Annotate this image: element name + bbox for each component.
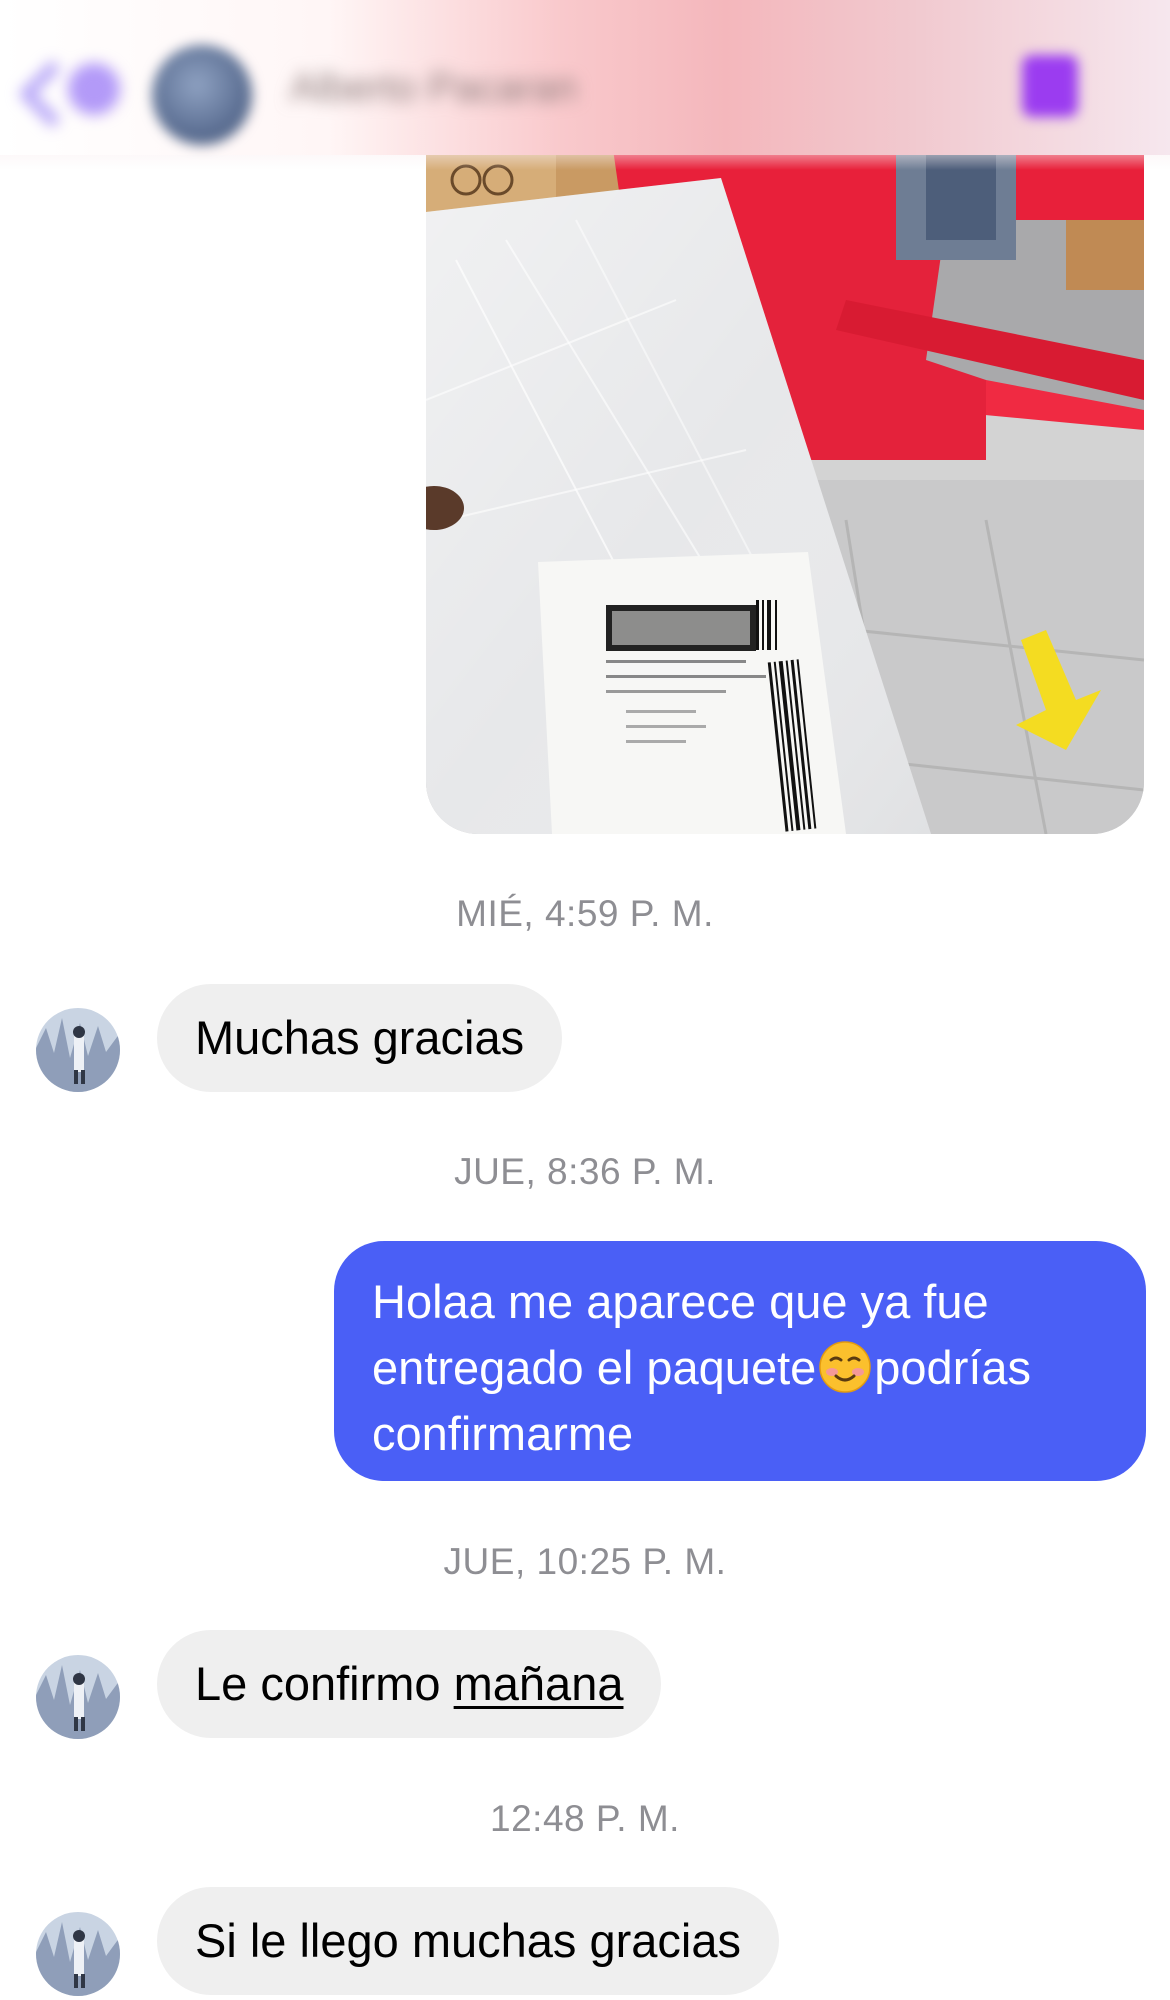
avatar-image bbox=[36, 1008, 120, 1092]
contact-avatar[interactable] bbox=[36, 1912, 120, 1996]
avatar-image bbox=[36, 1655, 120, 1739]
message-text: entregado el paquete bbox=[372, 1341, 817, 1394]
message-text: podrías bbox=[874, 1341, 1032, 1394]
incoming-message[interactable]: Muchas gracias bbox=[157, 984, 563, 1092]
message-timestamp: 12:48 P. M. bbox=[490, 1798, 680, 1839]
incoming-message[interactable]: Si le llego muchas gracias bbox=[157, 1887, 779, 1995]
avatar-image bbox=[36, 1912, 120, 1996]
contact-avatar[interactable] bbox=[152, 45, 252, 145]
message-timestamp: JUE, 10:25 P. M. bbox=[443, 1541, 727, 1582]
chat-header: Alberto Pacaran bbox=[0, 0, 1170, 155]
outgoing-message[interactable]: Holaa me aparece que ya fue entregado el… bbox=[334, 1241, 1146, 1481]
package-photo bbox=[426, 100, 1144, 834]
back-button[interactable] bbox=[18, 55, 120, 128]
contact-name[interactable]: Alberto Pacaran bbox=[290, 66, 577, 111]
message-timestamp: JUE, 8:36 P. M. bbox=[454, 1151, 716, 1192]
contact-avatar[interactable] bbox=[36, 1655, 120, 1739]
message-text: confirmarme bbox=[372, 1407, 634, 1460]
message-timestamp: MIÉ, 4:59 P. M. bbox=[456, 893, 714, 934]
photo-message[interactable] bbox=[426, 100, 1144, 834]
unread-count-badge bbox=[68, 63, 120, 115]
shopping-bag-icon[interactable] bbox=[1022, 55, 1078, 117]
message-text: Holaa me aparece que ya fue bbox=[372, 1275, 989, 1328]
incoming-message[interactable]: Le confirmo mañana bbox=[157, 1630, 662, 1738]
message-text: Le confirmo bbox=[195, 1657, 454, 1710]
smiling-face-emoji-icon bbox=[819, 1341, 872, 1393]
data-detector-link[interactable]: mañana bbox=[454, 1657, 624, 1710]
contact-avatar[interactable] bbox=[36, 1008, 120, 1092]
